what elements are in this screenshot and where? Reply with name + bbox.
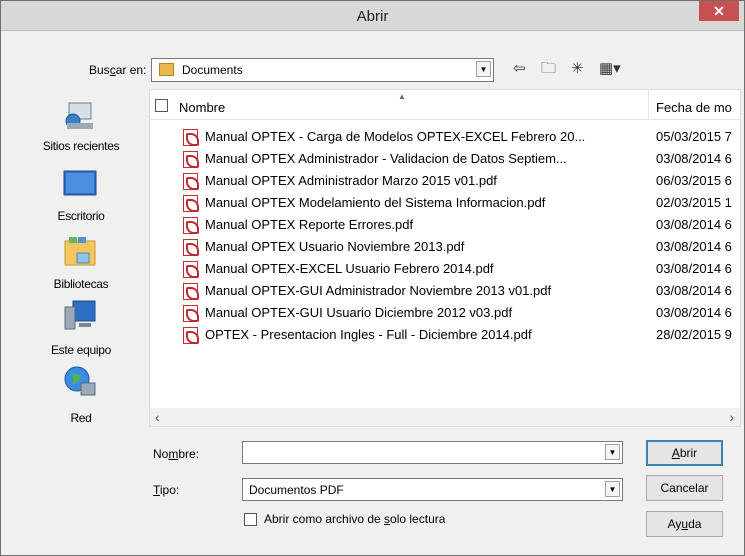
place-this-pc[interactable]: Este equipo: [17, 297, 145, 365]
pdf-file-icon: [183, 217, 199, 234]
horizontal-scrollbar[interactable]: ‹ ›: [150, 408, 740, 426]
file-row[interactable]: Manual OPTEX Usuario Noviembre 2013.pdf 0…: [150, 236, 740, 258]
file-row[interactable]: OPTEX - Presentacion Ingles - Full - Dic…: [150, 324, 740, 346]
file-name: Manual OPTEX Administrador Marzo 2015 v0…: [205, 173, 497, 188]
file-date: 03/08/2014 6: [656, 217, 732, 232]
filetype-value: Documentos PDF: [249, 483, 344, 497]
place-label: Red: [70, 411, 92, 425]
view-menu-icon[interactable]: ▦▾: [599, 60, 621, 78]
place-label: Bibliotecas: [53, 277, 109, 291]
scroll-right-icon[interactable]: ›: [729, 409, 734, 425]
file-date: 03/08/2014 6: [656, 151, 732, 166]
up-folder-icon[interactable]: 🗀: [541, 60, 556, 78]
column-header: Nombre ▲ Fecha de mo: [150, 90, 740, 120]
this-pc-icon: [64, 300, 96, 330]
open-button[interactable]: Abrir: [646, 440, 723, 466]
filetype-label: Tipo:: [153, 483, 180, 497]
file-list[interactable]: Nombre ▲ Fecha de mo Manual OPTEX - Carg…: [149, 89, 741, 427]
place-label: Sitios recientes: [42, 139, 120, 153]
close-button[interactable]: ✕: [699, 1, 739, 21]
chevron-down-icon[interactable]: ▼: [476, 61, 491, 77]
file-name: Manual OPTEX-EXCEL Usuario Febrero 2014.…: [205, 261, 494, 276]
network-icon: [64, 366, 96, 396]
lookin-value: Documents: [182, 63, 243, 77]
file-date: 03/08/2014 6: [656, 305, 732, 320]
pdf-file-icon: [183, 173, 199, 190]
file-row[interactable]: Manual OPTEX - Carga de Modelos OPTEX-EX…: [150, 126, 740, 148]
select-all-checkbox[interactable]: [155, 99, 168, 112]
lookin-dropdown[interactable]: Documents ▼: [151, 58, 494, 82]
desktop-icon: [63, 170, 97, 196]
readonly-label[interactable]: Abrir como archivo de solo lectura: [264, 512, 445, 526]
file-date: 02/03/2015 1: [656, 195, 732, 210]
open-dialog: Abrir ✕ Buscar en: Documents ▼ ⇦ 🗀 ✳ ▦▾ …: [0, 0, 745, 556]
file-name: Manual OPTEX Administrador - Validacion …: [205, 151, 567, 166]
file-rows: Manual OPTEX - Carga de Modelos OPTEX-EX…: [150, 126, 740, 346]
file-row[interactable]: Manual OPTEX Administrador Marzo 2015 v0…: [150, 170, 740, 192]
chevron-down-icon[interactable]: ▼: [605, 481, 620, 497]
help-button[interactable]: Ayuda: [646, 511, 723, 537]
sort-ascending-icon: ▲: [398, 92, 406, 101]
place-label: Escritorio: [57, 209, 105, 223]
column-divider[interactable]: [648, 90, 649, 120]
file-date: 03/08/2014 6: [656, 261, 732, 276]
file-row[interactable]: Manual OPTEX Administrador - Validacion …: [150, 148, 740, 170]
file-row[interactable]: Manual OPTEX-EXCEL Usuario Febrero 2014.…: [150, 258, 740, 280]
pdf-file-icon: [183, 283, 199, 300]
file-name: Manual OPTEX Usuario Noviembre 2013.pdf: [205, 239, 465, 254]
file-date: 05/03/2015 7: [656, 129, 732, 144]
file-row[interactable]: Manual OPTEX Modelamiento del Sistema In…: [150, 192, 740, 214]
file-row[interactable]: Manual OPTEX Reporte Errores.pdf 03/08/20…: [150, 214, 740, 236]
pdf-file-icon: [183, 151, 199, 168]
file-date: 06/03/2015 6: [656, 173, 732, 188]
place-network[interactable]: Red: [17, 363, 145, 431]
file-date: 03/08/2014 6: [656, 283, 732, 298]
column-name[interactable]: Nombre: [179, 100, 225, 115]
place-libraries[interactable]: Bibliotecas: [17, 231, 145, 299]
filename-field[interactable]: ▼: [242, 441, 623, 464]
pdf-file-icon: [183, 305, 199, 322]
pdf-file-icon: [183, 327, 199, 344]
scroll-left-icon[interactable]: ‹: [155, 409, 160, 425]
pdf-file-icon: [183, 195, 199, 212]
libraries-icon: [64, 237, 96, 266]
pdf-file-icon: [183, 239, 199, 256]
file-name: Manual OPTEX Modelamiento del Sistema In…: [205, 195, 546, 210]
file-name: Manual OPTEX-GUI Administrador Noviembre…: [205, 283, 552, 298]
recent-places-icon: [65, 102, 93, 129]
readonly-checkbox[interactable]: [244, 513, 257, 526]
filename-label: Nombre:: [153, 447, 200, 461]
file-date: 28/02/2015 9: [656, 327, 732, 342]
place-desktop[interactable]: Escritorio: [17, 163, 145, 231]
file-name: OPTEX - Presentacion Ingles - Full - Dic…: [205, 327, 532, 342]
title-bar[interactable]: Abrir ✕: [1, 1, 744, 31]
filetype-dropdown[interactable]: Documentos PDF ▼: [242, 478, 623, 501]
pdf-file-icon: [183, 129, 199, 146]
dialog-title: Abrir: [356, 8, 389, 25]
back-arrow-icon[interactable]: ⇦: [513, 60, 526, 78]
file-name: Manual OPTEX Reporte Errores.pdf: [205, 217, 414, 232]
file-name: Manual OPTEX - Carga de Modelos OPTEX-EX…: [205, 129, 586, 144]
file-date: 03/08/2014 6: [656, 239, 732, 254]
folder-icon: [159, 63, 174, 76]
place-label: Este equipo: [50, 343, 112, 357]
lookin-label: Buscar en:: [89, 63, 147, 77]
chevron-down-icon[interactable]: ▼: [605, 444, 620, 460]
file-name: Manual OPTEX-GUI Usuario Diciembre 2012 …: [205, 305, 513, 320]
column-date[interactable]: Fecha de mo: [656, 100, 732, 115]
places-bar: Sitios recientes Escritorio Bibliotecas: [17, 91, 145, 443]
file-row[interactable]: Manual OPTEX-GUI Usuario Diciembre 2012 …: [150, 302, 740, 324]
pdf-file-icon: [183, 261, 199, 278]
file-row[interactable]: Manual OPTEX-GUI Administrador Noviembre…: [150, 280, 740, 302]
place-recent[interactable]: Sitios recientes: [17, 91, 145, 159]
cancel-button[interactable]: Cancelar: [646, 475, 723, 501]
new-folder-icon[interactable]: ✳: [571, 60, 584, 78]
